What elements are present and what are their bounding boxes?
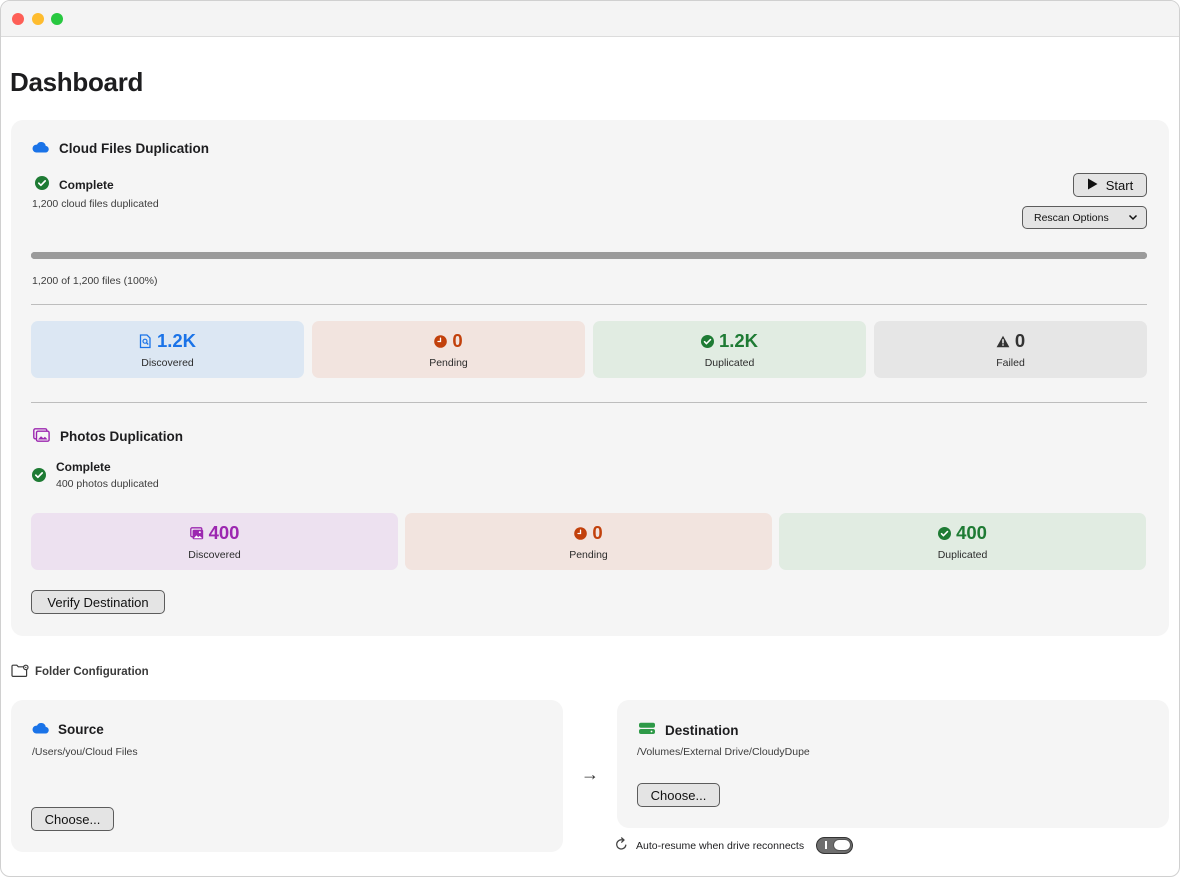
photos-summary: 400 photos duplicated <box>56 478 159 490</box>
clock-icon <box>574 526 588 540</box>
cloud-progress-text: 1,200 of 1,200 files (100%) <box>32 275 158 287</box>
cloud-section-header: Cloud Files Duplication <box>32 141 209 156</box>
auto-resume-toggle[interactable] <box>816 837 854 854</box>
rescan-options-label: Rescan Options <box>1034 211 1109 224</box>
checkmark-circle-icon <box>700 334 714 348</box>
destination-card: Destination /Volumes/External Drive/Clou… <box>617 700 1169 828</box>
cloud-stat-value-row: 1.2K <box>700 330 759 352</box>
checkmark-circle-icon <box>35 176 49 193</box>
photos-stat-value: 0 <box>592 522 603 543</box>
cloud-stat-value-row: 0 <box>996 330 1025 352</box>
title-bar <box>1 1 1179 37</box>
photos-status: Complete 400 photos duplicated <box>32 460 159 490</box>
photo-icon <box>189 526 204 540</box>
app-window: Dashboard Cloud Files Duplication Comple… <box>0 0 1180 877</box>
verify-destination-button[interactable]: Verify Destination <box>31 590 165 614</box>
external-drive-icon <box>638 722 656 738</box>
start-button[interactable]: Start <box>1073 173 1147 197</box>
photos-status-text: Complete 400 photos duplicated <box>56 460 159 490</box>
refresh-icon <box>615 837 628 854</box>
toggle-knob[interactable] <box>833 839 852 851</box>
rescan-options-dropdown[interactable]: Rescan Options <box>1022 206 1147 229</box>
auto-resume-row: Auto-resume when drive reconnects <box>615 837 854 854</box>
photos-stat-value-row: 0 <box>574 522 603 544</box>
cloud-icon <box>32 722 49 737</box>
warning-triangle-icon <box>996 335 1010 348</box>
cloud-stat-duplicated: 1.2K Duplicated <box>593 321 866 378</box>
folder-gear-icon <box>11 664 29 680</box>
cloud-stat-label: Discovered <box>141 357 194 369</box>
document-search-icon <box>139 333 152 349</box>
folder-config-title: Folder Configuration <box>35 666 149 678</box>
cloud-stat-discovered: 1.2K Discovered <box>31 321 304 378</box>
source-title: Source <box>58 722 104 737</box>
cloud-section-title: Cloud Files Duplication <box>59 141 210 156</box>
photos-stat-value: 400 <box>956 522 987 543</box>
destination-choose-button[interactable]: Choose... <box>637 783 720 807</box>
cloud-stat-label: Pending <box>429 357 468 369</box>
cloud-stat-value-row: 1.2K <box>139 330 196 352</box>
cloud-stat-failed: 0 Failed <box>874 321 1147 378</box>
cloud-progress-bar <box>31 252 1147 259</box>
divider <box>31 304 1147 305</box>
close-window-button[interactable] <box>12 13 24 25</box>
photos-stat-value-row: 400 <box>189 522 240 544</box>
photos-stat-duplicated: 400 Duplicated <box>779 513 1146 570</box>
chevron-down-icon <box>1128 212 1138 224</box>
minimize-window-button[interactable] <box>32 13 44 25</box>
photos-status-label: Complete <box>56 460 111 474</box>
photos-stack-icon <box>33 428 50 445</box>
cloud-summary: 1,200 cloud files duplicated <box>32 198 159 210</box>
zoom-window-button[interactable] <box>51 13 63 25</box>
photos-stat-value: 400 <box>208 522 240 543</box>
source-choose-label: Choose... <box>44 811 101 827</box>
cloud-status-label: Complete <box>59 177 114 192</box>
play-icon <box>1087 178 1098 193</box>
photos-section-title: Photos Duplication <box>60 429 183 444</box>
start-button-label: Start <box>1105 177 1134 193</box>
folder-config-header: Folder Configuration <box>11 664 149 680</box>
photos-stat-pending: 0 Pending <box>405 513 772 570</box>
divider <box>31 402 1147 403</box>
destination-choose-label: Choose... <box>650 787 707 803</box>
cloud-progress-fill <box>31 252 1147 259</box>
photos-stat-value-row: 400 <box>938 522 987 544</box>
cloud-stat-label: Failed <box>996 357 1025 369</box>
source-title-row: Source <box>32 722 104 737</box>
cloud-stat-value-row: 0 <box>434 330 463 352</box>
source-choose-button[interactable]: Choose... <box>31 807 114 831</box>
cloud-stat-value: 1.2K <box>718 330 759 351</box>
photos-stat-label: Pending <box>569 549 608 561</box>
photos-stat-label: Duplicated <box>937 549 988 561</box>
destination-title: Destination <box>665 722 739 738</box>
destination-path: /Volumes/External Drive/CloudyDupe <box>637 746 810 758</box>
page-title: Dashboard <box>10 67 144 97</box>
cloud-stat-value: 0 <box>452 330 463 351</box>
checkmark-circle-icon <box>938 526 952 540</box>
photos-section-header: Photos Duplication <box>33 428 183 445</box>
cloud-stat-pending: 0 Pending <box>312 321 585 378</box>
auto-resume-label: Auto-resume when drive reconnects <box>636 839 805 852</box>
cloud-stat-value: 1.2K <box>156 330 197 351</box>
cloud-stat-value: 0 <box>1014 330 1026 351</box>
clock-icon <box>434 334 448 348</box>
arrow-right-icon: → <box>581 764 599 784</box>
toggle-on-mark <box>825 841 827 849</box>
cloud-icon <box>32 141 49 156</box>
cloud-stat-label: Duplicated <box>704 357 755 369</box>
source-path: /Users/you/Cloud Files <box>32 746 138 758</box>
duplication-panel: Cloud Files Duplication Complete 1,200 c… <box>11 120 1169 636</box>
cloud-status: Complete <box>35 176 114 193</box>
photos-stat-label: Discovered <box>188 549 241 561</box>
photos-stat-discovered: 400 Discovered <box>31 513 398 570</box>
destination-title-row: Destination <box>638 722 739 738</box>
verify-destination-label: Verify Destination <box>47 594 149 610</box>
checkmark-circle-icon <box>32 468 46 485</box>
source-card: Source /Users/you/Cloud Files Choose... <box>11 700 563 852</box>
